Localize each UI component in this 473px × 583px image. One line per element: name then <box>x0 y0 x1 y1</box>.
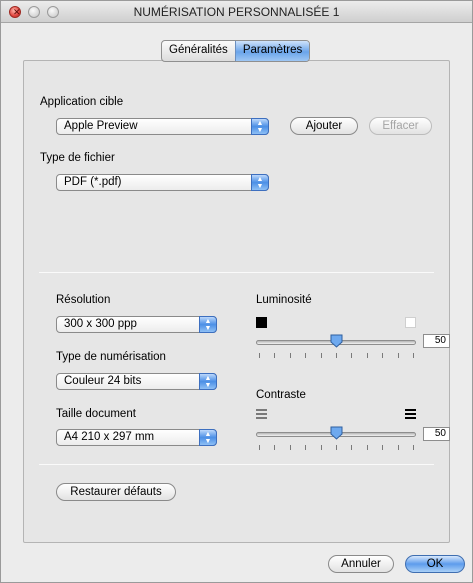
document-size-select[interactable]: A4 210 x 297 mm ▲ ▼ <box>56 429 217 446</box>
cancel-button[interactable]: Annuler <box>328 555 394 573</box>
slider-tick <box>289 353 291 358</box>
file-type-select[interactable]: PDF (*.pdf) ▲ ▼ <box>56 174 269 191</box>
slider-tick <box>397 353 399 358</box>
contrast-slider-knob[interactable] <box>330 426 343 440</box>
slider-tick <box>320 445 322 450</box>
window-title: NUMÉRISATION PERSONNALISÉE 1 <box>133 5 340 19</box>
scan-settings-window: ✕ NUMÉRISATION PERSONNALISÉE 1 Généralit… <box>0 0 473 583</box>
app-target-value: Apple Preview <box>64 120 138 132</box>
contrast-value[interactable]: 50 <box>423 427 450 441</box>
ok-button[interactable]: OK <box>405 555 465 573</box>
updown-arrows-icon: ▲ ▼ <box>251 174 269 191</box>
delete-button[interactable]: Effacer <box>369 117 432 135</box>
slider-tick <box>351 445 353 450</box>
slider-tick <box>366 445 368 450</box>
updown-arrows-icon: ▲ ▼ <box>251 118 269 135</box>
slider-tick <box>274 353 276 358</box>
file-type-value: PDF (*.pdf) <box>64 176 122 188</box>
brightness-label: Luminosité <box>256 294 312 306</box>
contrast-label: Contraste <box>256 389 306 401</box>
slider-tick <box>366 353 368 358</box>
slider-tick <box>382 445 384 450</box>
low-contrast-icon <box>256 409 267 419</box>
brightness-slider-knob[interactable] <box>330 334 343 348</box>
file-type-label: Type de fichier <box>40 152 115 164</box>
updown-arrows-icon: ▲ ▼ <box>199 373 217 390</box>
document-size-label: Taille document <box>56 408 136 420</box>
high-contrast-icon <box>405 409 416 419</box>
scan-type-label: Type de numérisation <box>56 351 166 363</box>
brightness-ticks <box>259 353 414 359</box>
black-square-icon <box>256 317 267 328</box>
title-bar: ✕ NUMÉRISATION PERSONNALISÉE 1 <box>1 1 472 23</box>
slider-tick <box>259 353 260 358</box>
scan-type-value: Couleur 24 bits <box>64 375 142 387</box>
contrast-ticks <box>259 445 414 451</box>
updown-arrows-icon: ▲ ▼ <box>199 316 217 333</box>
slider-tick <box>336 445 337 450</box>
resolution-select[interactable]: 300 x 300 ppp ▲ ▼ <box>56 316 217 333</box>
slider-tick <box>413 445 414 450</box>
section-divider <box>39 464 434 465</box>
slider-tick <box>259 445 260 450</box>
restore-defaults-button[interactable]: Restaurer défauts <box>56 483 176 501</box>
brightness-value[interactable]: 50 <box>423 334 450 348</box>
slider-tick <box>305 445 307 450</box>
slider-tick <box>397 445 399 450</box>
slider-tick <box>289 445 291 450</box>
slider-tick <box>320 353 322 358</box>
resolution-value: 300 x 300 ppp <box>64 318 137 330</box>
white-square-icon <box>405 317 416 328</box>
updown-arrows-icon: ▲ ▼ <box>199 429 217 446</box>
slider-tick <box>336 353 337 358</box>
tab-bar: Généralités Paramètres <box>161 40 311 62</box>
document-size-value: A4 210 x 297 mm <box>64 431 155 443</box>
scan-type-select[interactable]: Couleur 24 bits ▲ ▼ <box>56 373 217 390</box>
tab-general[interactable]: Généralités <box>162 41 235 61</box>
slider-tick <box>382 353 384 358</box>
slider-tick <box>274 445 276 450</box>
slider-tick <box>351 353 353 358</box>
tab-parameters[interactable]: Paramètres <box>234 41 310 61</box>
section-divider <box>39 272 434 273</box>
resolution-label: Résolution <box>56 294 111 306</box>
slider-tick <box>305 353 307 358</box>
slider-tick <box>413 353 414 358</box>
add-button[interactable]: Ajouter <box>290 117 358 135</box>
app-target-select[interactable]: Apple Preview ▲ ▼ <box>56 118 269 135</box>
app-target-label: Application cible <box>40 96 124 108</box>
